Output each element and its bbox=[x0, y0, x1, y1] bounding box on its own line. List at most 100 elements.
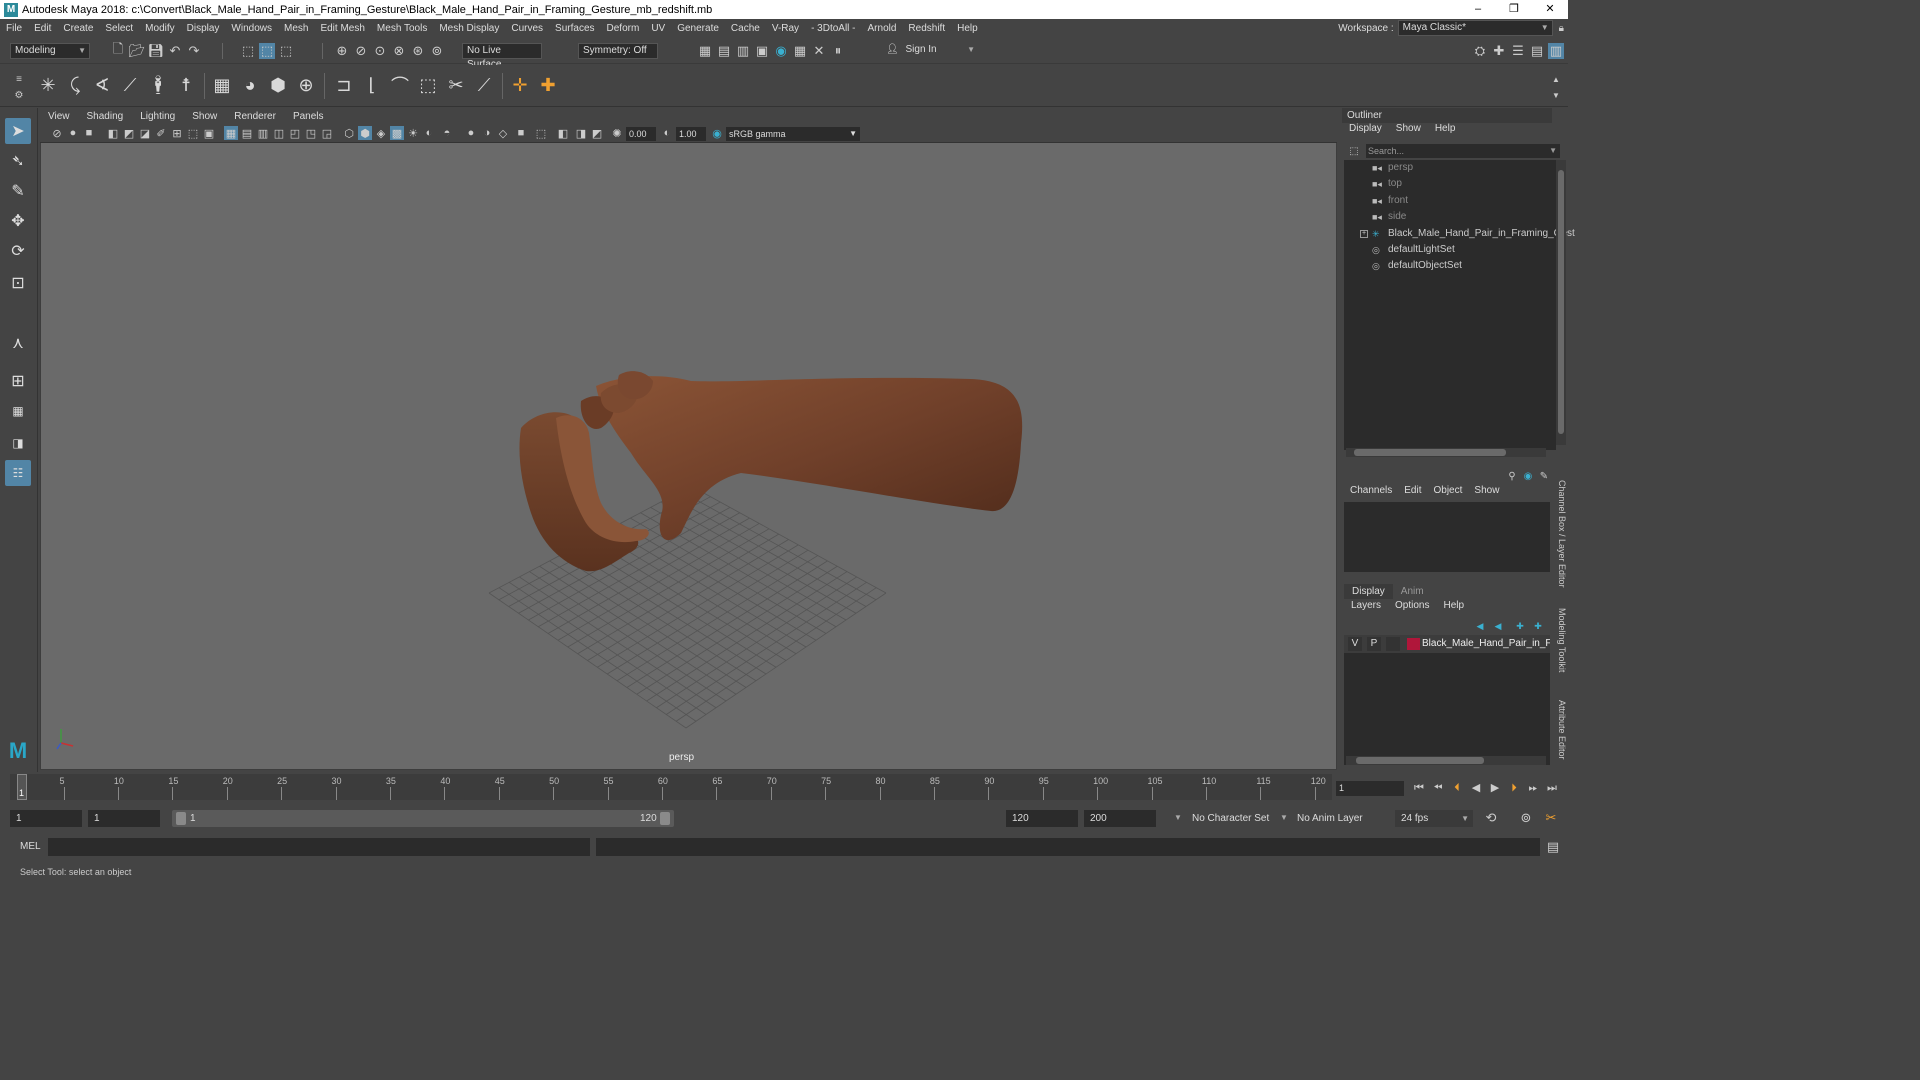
poly-platonic-icon[interactable]: ⬢ bbox=[266, 73, 290, 97]
channel-box-edit-icon[interactable]: ✎ bbox=[1536, 468, 1552, 484]
append-polygon-icon[interactable]: ⬚ bbox=[416, 73, 440, 97]
redo-icon[interactable]: ↷ bbox=[186, 43, 202, 59]
tab-anim[interactable]: Anim bbox=[1393, 584, 1432, 599]
channel-box-menu-show[interactable]: Show bbox=[1468, 485, 1505, 501]
exposure-icon[interactable]: ✺ bbox=[610, 126, 624, 140]
maximize-button[interactable]: ❐ bbox=[1496, 0, 1532, 19]
select-object-icon[interactable]: ⬚ bbox=[259, 43, 275, 59]
select-component-icon[interactable]: ⬚ bbox=[278, 43, 294, 59]
gamma-icon[interactable]: ◐ bbox=[660, 126, 674, 140]
camera-sequencer-icon[interactable]: ■ bbox=[514, 126, 528, 140]
snap-pivot-icon[interactable]: ⊚ bbox=[429, 43, 445, 59]
freeze-transform-icon[interactable]: ✚ bbox=[536, 73, 560, 97]
layer-row[interactable]: V P Black_Male_Hand_Pair_in_Fran bbox=[1344, 635, 1550, 653]
ssao-icon[interactable]: ◇ bbox=[496, 126, 510, 140]
scroll-thumb[interactable] bbox=[1558, 170, 1564, 434]
3d-viewport[interactable]: persp bbox=[41, 143, 1336, 769]
film-gate-icon[interactable]: ⬚ bbox=[186, 126, 200, 140]
redshift-icon[interactable]: ✕ bbox=[811, 43, 827, 59]
resolution-icon[interactable]: ◧ bbox=[556, 126, 570, 140]
step-forward-frame-icon[interactable]: ⏵ bbox=[1506, 780, 1522, 796]
viewport-menu-panels[interactable]: Panels bbox=[285, 111, 333, 122]
bookmark-icon[interactable]: ◧ bbox=[106, 126, 120, 140]
hud-icon[interactable]: ◓ bbox=[440, 126, 454, 140]
script-editor-icon[interactable]: ▤ bbox=[1545, 839, 1561, 855]
anim-layer-dropdown[interactable]: No Anim Layer bbox=[1297, 813, 1363, 824]
menu-mesh-tools[interactable]: Mesh Tools bbox=[371, 23, 433, 34]
shadows-icon[interactable]: ◰ bbox=[288, 126, 302, 140]
fps-dropdown[interactable]: 24 fps ▼ bbox=[1395, 810, 1473, 827]
create-locator-icon[interactable]: ✳ bbox=[36, 73, 60, 97]
channel-box-icon[interactable]: ▥ bbox=[1548, 43, 1564, 59]
outliner-vscrollbar[interactable] bbox=[1556, 160, 1566, 445]
multi-cut-icon[interactable]: ✂ bbox=[444, 73, 468, 97]
outliner-layout-icon[interactable]: ☷ bbox=[5, 460, 31, 486]
menu-modify[interactable]: Modify bbox=[139, 23, 180, 34]
command-language-label[interactable]: MEL bbox=[20, 841, 41, 852]
channel-box-key-icon[interactable]: ⚲ bbox=[1504, 468, 1520, 484]
menu-cache[interactable]: Cache bbox=[725, 23, 766, 34]
snap-grid-icon[interactable]: ⊕ bbox=[334, 43, 350, 59]
camera-attributes-icon[interactable]: ■ bbox=[82, 126, 96, 140]
save-scene-icon[interactable]: 💾︎ bbox=[148, 43, 165, 59]
menu-edit[interactable]: Edit bbox=[28, 23, 57, 34]
menu-redshift[interactable]: Redshift bbox=[902, 23, 951, 34]
sign-in-dropdown[interactable]: 👤︎ Sign In ▼ bbox=[882, 43, 978, 59]
xray-icon[interactable]: ◈ bbox=[374, 126, 388, 140]
rotate-tool-icon[interactable]: ⟳ bbox=[5, 238, 31, 264]
frame-all-icon[interactable]: ◨ bbox=[574, 126, 588, 140]
menu-help[interactable]: Help bbox=[951, 23, 984, 34]
modeling-toolkit-icon[interactable]: ⛭ bbox=[1472, 43, 1488, 59]
snap-curve-icon[interactable]: ⊘ bbox=[353, 43, 369, 59]
scroll-thumb[interactable] bbox=[1354, 449, 1506, 456]
step-back-key-icon[interactable]: ⏪︎ bbox=[1430, 780, 1446, 796]
lights-icon[interactable]: ☀ bbox=[406, 126, 420, 140]
time-ruler[interactable]: 1 5 10 15 20 25 30 35 40 45 50 55 60 65 70 75 80 85 90 95 1… bbox=[10, 774, 1332, 800]
menu-edit-mesh[interactable]: Edit Mesh bbox=[314, 23, 370, 34]
hypershade-icon[interactable]: ◉ bbox=[773, 43, 789, 59]
tab-modeling-toolkit[interactable]: Modeling Toolkit bbox=[1553, 602, 1567, 678]
channel-box-sync-icon[interactable]: ◉ bbox=[1520, 468, 1536, 484]
viewport-menu-show[interactable]: Show bbox=[184, 111, 226, 122]
four-view-layout-icon[interactable]: ▦ bbox=[5, 398, 31, 424]
open-scene-icon[interactable]: 📂︎ bbox=[129, 43, 146, 59]
snapshot-icon[interactable]: ⬚ bbox=[534, 126, 548, 140]
menu-surfaces[interactable]: Surfaces bbox=[549, 23, 600, 34]
skeleton-icon[interactable]: ☨ bbox=[174, 73, 198, 97]
render-settings-icon[interactable]: ▦ bbox=[697, 43, 713, 59]
textured-icon[interactable]: ▥ bbox=[256, 126, 270, 140]
wireframe-shaded-icon[interactable]: ⬡ bbox=[342, 126, 356, 140]
play-backwards-icon[interactable]: ◀ bbox=[1468, 780, 1484, 796]
wireframe-icon[interactable]: ▦ bbox=[224, 126, 238, 140]
outliner-item[interactable]: ■◂ side bbox=[1344, 209, 1556, 225]
color-management-icon[interactable]: ◉ bbox=[710, 126, 724, 140]
bezier-curve-icon[interactable]: ⟋ bbox=[118, 73, 142, 97]
range-end-handle[interactable] bbox=[660, 812, 670, 825]
playback-start-field[interactable]: 1 bbox=[88, 810, 160, 827]
poly-sphere-icon[interactable]: ◕ bbox=[238, 73, 262, 97]
scale-tool-icon[interactable]: ⊡ bbox=[5, 270, 31, 296]
viewport-menu-renderer[interactable]: Renderer bbox=[226, 111, 285, 122]
move-tool-icon[interactable]: ✥ bbox=[5, 208, 31, 234]
viewport-menu-view[interactable]: View bbox=[40, 111, 79, 122]
workspace-dropdown[interactable]: Maya Classic* ▼ bbox=[1397, 20, 1553, 36]
image-plane-icon[interactable]: ◩ bbox=[122, 126, 136, 140]
menu-v-ray[interactable]: V-Ray bbox=[766, 23, 805, 34]
menu-display[interactable]: Display bbox=[181, 23, 226, 34]
new-scene-icon[interactable]: 🗋︎ bbox=[110, 41, 126, 59]
live-surface-field[interactable]: No Live Surface bbox=[462, 43, 542, 70]
go-to-start-icon[interactable]: ⏮︎ bbox=[1411, 780, 1427, 796]
range-start-handle[interactable] bbox=[176, 812, 186, 825]
menu-set-dropdown[interactable]: Modeling ▼ bbox=[10, 43, 90, 59]
menu-file[interactable]: File bbox=[0, 23, 28, 34]
render-view-icon[interactable]: ▣ bbox=[754, 43, 770, 59]
smooth-shade-icon[interactable]: ▤ bbox=[240, 126, 254, 140]
outliner-menu-display[interactable]: Display bbox=[1342, 123, 1389, 138]
attribute-editor-icon[interactable]: ☰ bbox=[1510, 43, 1526, 59]
auto-key-icon[interactable]: ⊚ bbox=[1518, 810, 1534, 826]
depth-of-field-icon[interactable]: ◑ bbox=[480, 126, 494, 140]
gamma-field[interactable]: 1.00 bbox=[676, 127, 706, 141]
menu-uv[interactable]: UV bbox=[645, 23, 671, 34]
poly-torus-icon[interactable]: ⊕ bbox=[294, 73, 318, 97]
menu-deform[interactable]: Deform bbox=[601, 23, 646, 34]
